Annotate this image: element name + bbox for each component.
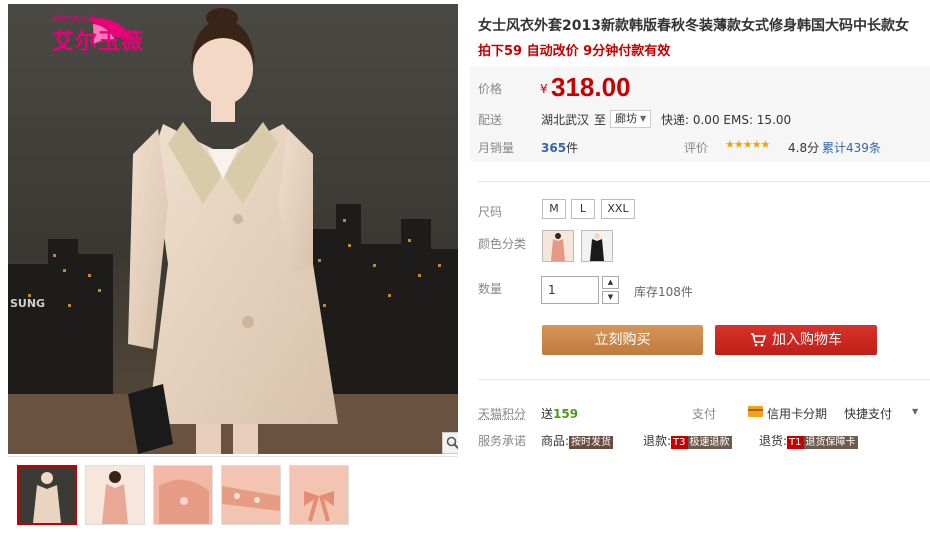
thumbnail-3[interactable] bbox=[153, 465, 213, 525]
quantity-input[interactable]: 1 bbox=[541, 276, 599, 304]
sales-count-group: 365件 bbox=[541, 139, 578, 156]
thumbnail-4[interactable] bbox=[221, 465, 281, 525]
destination-select[interactable]: 廊坊 ▼ bbox=[610, 110, 652, 128]
sales-label: 月销量 bbox=[478, 141, 515, 155]
brand-logo-text: 艾尔玉薇 bbox=[52, 29, 145, 55]
review-count-link[interactable]: 累计439条 bbox=[822, 139, 881, 156]
size-option-m[interactable]: M bbox=[542, 199, 566, 219]
divider bbox=[478, 181, 930, 182]
shipping-label: 配送 bbox=[478, 113, 503, 127]
service-label: 服务承诺 bbox=[478, 434, 527, 448]
service-goods: 商品: 按时发货 bbox=[541, 432, 614, 449]
price-value: 318.00 bbox=[551, 72, 631, 102]
credit-installment-link[interactable]: 信用卡分期 bbox=[767, 405, 827, 422]
thumbnail-5[interactable] bbox=[289, 465, 349, 525]
chevron-down-icon: ▼ bbox=[640, 114, 647, 123]
color-option-black[interactable] bbox=[581, 230, 613, 262]
quick-pay-link[interactable]: 快捷支付 bbox=[844, 405, 892, 422]
sales-count: 365 bbox=[541, 141, 567, 155]
color-label: 颜色分类 bbox=[478, 237, 527, 251]
svg-text:SUNG: SUNG bbox=[10, 297, 45, 310]
sales-unit: 件 bbox=[566, 141, 579, 155]
service-return: 退货: T1 退货保障卡 bbox=[759, 432, 858, 449]
fast-refund-tag[interactable]: 极速退款 bbox=[687, 436, 732, 449]
color-pink-swatch-image bbox=[551, 233, 565, 261]
points-group: 送159 bbox=[541, 405, 578, 422]
color-option-pink[interactable] bbox=[542, 230, 574, 262]
shipping-fees: 快递: 0.00 EMS: 15.00 bbox=[661, 113, 792, 127]
product-photo: SUNG bbox=[8, 4, 458, 454]
size-label: 尺码 bbox=[478, 205, 503, 219]
service-refund: 退款: T3 极速退款 bbox=[643, 432, 732, 449]
add-to-cart-label: 加入购物车 bbox=[772, 332, 842, 348]
quantity-decrease-button[interactable]: ▼ bbox=[602, 291, 619, 304]
currency-symbol: ¥ bbox=[540, 82, 548, 96]
service-goods-label: 商品: bbox=[541, 434, 570, 448]
brand-logo-sub: aieryuwei bbox=[52, 14, 97, 24]
cart-icon bbox=[751, 333, 766, 347]
refund-badge: T3 bbox=[671, 436, 688, 449]
thumbnail-2[interactable] bbox=[85, 465, 145, 525]
thumbnail-strip bbox=[8, 456, 458, 537]
chevron-down-icon: ▼ bbox=[607, 293, 614, 301]
ontime-delivery-tag[interactable]: 按时发货 bbox=[569, 436, 614, 449]
buy-now-button[interactable]: 立刻购买 bbox=[542, 325, 703, 355]
service-return-label: 退货: bbox=[759, 434, 788, 448]
add-to-cart-button[interactable]: 加入购物车 bbox=[715, 325, 877, 355]
stock-text: 库存108件 bbox=[634, 285, 693, 299]
zoom-button[interactable] bbox=[442, 432, 458, 454]
shipping-to-label: 至 bbox=[594, 113, 607, 127]
credit-card-icon bbox=[748, 406, 763, 417]
size-option-l[interactable]: L bbox=[571, 199, 595, 219]
return-guarantee-tag[interactable]: 退货保障卡 bbox=[803, 436, 858, 449]
points-prefix: 送 bbox=[541, 407, 554, 421]
magnifier-icon bbox=[446, 436, 458, 450]
rating-label: 评价 bbox=[684, 141, 709, 155]
service-refund-label: 退款: bbox=[643, 434, 672, 448]
rating-score: 4.8分 bbox=[788, 141, 820, 155]
shipping-from: 湖北武汉 bbox=[541, 113, 590, 127]
return-badge: T1 bbox=[787, 436, 804, 449]
size-option-xxl[interactable]: XXL bbox=[601, 199, 635, 219]
thumbnail-1[interactable] bbox=[17, 465, 77, 525]
points-value: 159 bbox=[553, 407, 579, 421]
price-label: 价格 bbox=[478, 82, 503, 96]
destination-value: 廊坊 bbox=[615, 112, 637, 125]
quantity-increase-button[interactable]: ▲ bbox=[602, 276, 619, 289]
product-title: 女士风衣外套2013新款韩版春秋冬装薄款女式修身韩国大码中长款女 bbox=[478, 18, 909, 34]
chevron-down-icon[interactable]: ▼ bbox=[912, 407, 918, 416]
promo-text: 拍下59 自动改价 9分钟付款有效 bbox=[478, 44, 671, 59]
divider bbox=[478, 379, 930, 380]
main-product-image[interactable]: SUNG aieryuwei 艾尔玉薇 bbox=[8, 4, 458, 454]
payment-label: 支付 bbox=[692, 407, 717, 421]
chevron-up-icon: ▲ bbox=[607, 278, 614, 286]
quantity-label: 数量 bbox=[478, 282, 503, 296]
rating-stars: ★★★★★ bbox=[725, 138, 770, 151]
color-black-swatch-image bbox=[590, 233, 604, 261]
tmall-points-label[interactable]: 天猫积分 bbox=[478, 405, 526, 422]
